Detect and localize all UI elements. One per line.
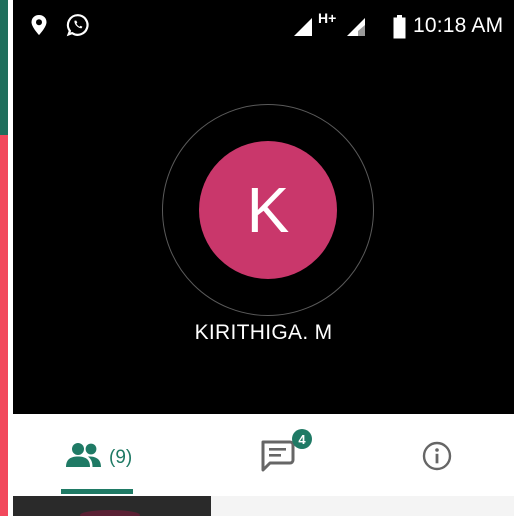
status-bar: H+ 10:18 AM [13, 0, 514, 52]
video-tile-shape [80, 510, 140, 516]
location-pin-icon [31, 15, 47, 35]
signal-icon [347, 18, 365, 36]
left-edge-strip-top [0, 0, 8, 135]
battery-icon [393, 15, 406, 39]
signal-icon [294, 18, 312, 36]
tab-info[interactable] [347, 414, 514, 496]
list-preview-area [211, 496, 514, 516]
call-screen: H+ 10:18 AM K KIRITHIGA. M (9) 4 [0, 0, 514, 516]
left-edge-strip-bottom [0, 135, 8, 516]
network-type-label: H+ [318, 10, 337, 26]
chat-icon [261, 440, 295, 472]
caller-avatar: K [199, 141, 337, 279]
tab-chat[interactable]: 4 [180, 414, 347, 496]
participants-count: (9) [109, 447, 133, 468]
whatsapp-icon [66, 14, 89, 37]
participants-icon [66, 443, 101, 467]
info-icon [422, 441, 452, 471]
call-tab-bar: (9) 4 [13, 414, 514, 496]
caller-name: KIRITHIGA. M [194, 321, 333, 344]
selected-tab-indicator [61, 489, 133, 494]
avatar-initial: K [246, 174, 290, 246]
status-time: 10:18 AM [413, 14, 504, 37]
chat-unread-badge: 4 [292, 429, 312, 449]
chat-unread-count: 4 [298, 431, 306, 447]
tab-participants[interactable]: (9) [13, 414, 180, 496]
